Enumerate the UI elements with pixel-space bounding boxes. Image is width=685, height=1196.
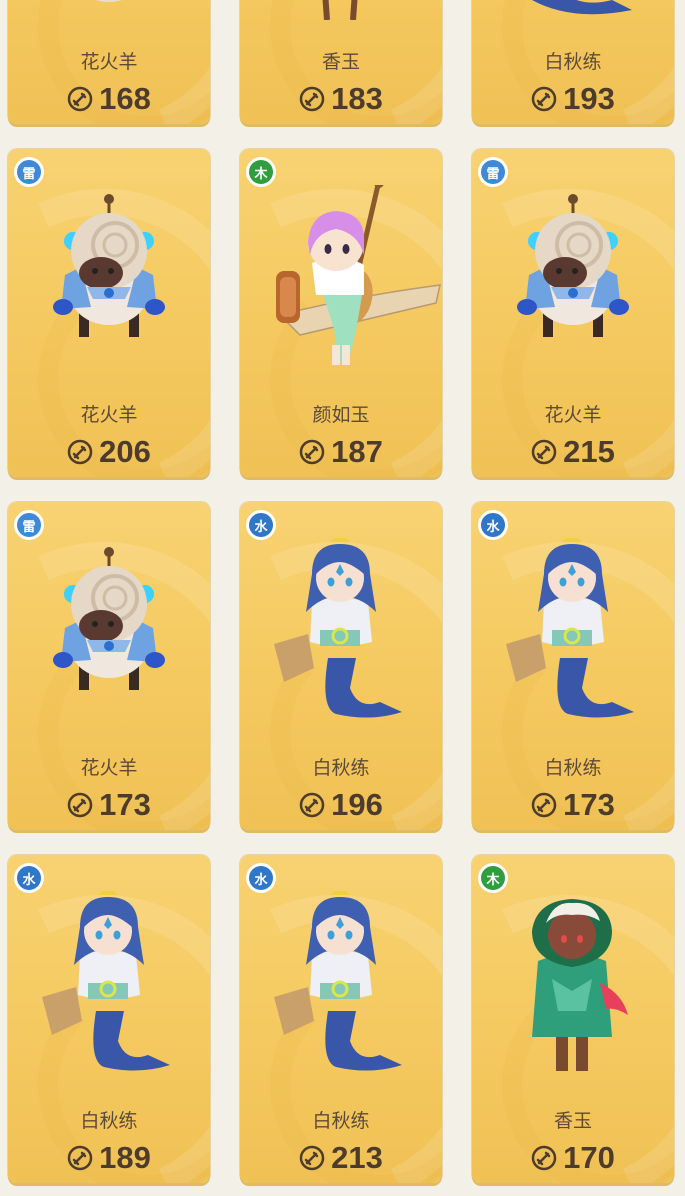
- power-icon: [531, 792, 557, 817]
- power-display: 213: [240, 1142, 442, 1173]
- wood-element-icon: 木: [246, 157, 276, 187]
- mermaid-character: [472, 0, 674, 20]
- xiangyu-character: [472, 891, 674, 1079]
- power-icon: [67, 86, 93, 111]
- card-name: 白秋练: [312, 757, 370, 779]
- sheep-character: [472, 185, 674, 373]
- card-name: 白秋练: [312, 1110, 370, 1132]
- character-card[interactable]: 木 颜如玉 187: [240, 149, 442, 477]
- mermaid-character: [240, 532, 442, 726]
- power-display: 168: [8, 83, 210, 114]
- power-display: 196: [240, 789, 442, 820]
- lute-girl-character: [240, 178, 442, 373]
- mermaid-character: [472, 532, 674, 726]
- character-card[interactable]: 花火羊 168: [8, 0, 210, 124]
- mermaid-character: [8, 885, 210, 1079]
- character-card[interactable]: 水 白秋练 213: [240, 855, 442, 1183]
- thunder-element-icon: 雷: [14, 510, 44, 540]
- power-icon: [299, 792, 325, 817]
- power-icon: [531, 1145, 557, 1170]
- power-icon: [531, 86, 557, 111]
- power-display: 215: [472, 436, 674, 467]
- water-element-icon: 水: [14, 863, 44, 893]
- character-card[interactable]: 木 香玉 170: [472, 855, 674, 1183]
- water-element-icon: 水: [246, 510, 276, 540]
- power-icon: [531, 439, 557, 464]
- power-icon: [299, 439, 325, 464]
- power-value: 193: [563, 81, 615, 116]
- power-icon: [299, 86, 325, 111]
- power-value: 187: [331, 434, 383, 469]
- power-display: 187: [240, 436, 442, 467]
- xiangyu-character: [240, 0, 442, 21]
- mermaid-character: [240, 885, 442, 1079]
- power-value: 196: [331, 787, 383, 822]
- water-element-icon: 水: [478, 510, 508, 540]
- character-card[interactable]: 雷: [8, 149, 210, 477]
- thunder-element-icon: 雷: [14, 157, 44, 187]
- power-value: 215: [563, 434, 615, 469]
- card-name: 白秋练: [80, 1110, 138, 1132]
- power-value: 170: [563, 1140, 615, 1175]
- power-icon: [67, 1145, 93, 1170]
- power-display: 173: [8, 789, 210, 820]
- power-display: 206: [8, 436, 210, 467]
- water-element-icon: 水: [246, 863, 276, 893]
- power-value: 173: [563, 787, 615, 822]
- power-icon: [67, 792, 93, 817]
- thunder-element-icon: 雷: [478, 157, 508, 187]
- sheep-character: [8, 185, 210, 373]
- card-name: 花火羊: [80, 51, 138, 73]
- wood-element-icon: 木: [478, 863, 508, 893]
- power-icon: [67, 439, 93, 464]
- power-display: 189: [8, 1142, 210, 1173]
- power-display: 173: [472, 789, 674, 820]
- power-value: 206: [99, 434, 151, 469]
- power-value: 213: [331, 1140, 383, 1175]
- character-card[interactable]: 水 白秋练 196: [240, 502, 442, 830]
- character-card[interactable]: 香玉 183: [240, 0, 442, 124]
- power-value: 183: [331, 81, 383, 116]
- card-name: 香玉: [321, 51, 360, 73]
- card-name: 花火羊: [80, 404, 138, 426]
- power-value: 189: [99, 1140, 151, 1175]
- card-name: 花火羊: [80, 757, 138, 779]
- power-icon: [299, 1145, 325, 1170]
- power-display: 170: [472, 1142, 674, 1173]
- character-card[interactable]: 水 白秋练 189: [8, 855, 210, 1183]
- card-name: 白秋练: [544, 51, 602, 73]
- sheep-character: [8, 538, 210, 726]
- character-card[interactable]: 白秋练 193: [472, 0, 674, 124]
- power-display: 183: [240, 83, 442, 114]
- card-name: 颜如玉: [312, 404, 370, 426]
- power-value: 173: [99, 787, 151, 822]
- character-card[interactable]: 雷: [8, 502, 210, 830]
- card-name: 花火羊: [544, 404, 602, 426]
- card-name: 香玉: [553, 1110, 592, 1132]
- character-card[interactable]: 雷: [472, 149, 674, 477]
- power-value: 168: [99, 81, 151, 116]
- character-card[interactable]: 水 白秋练 173: [472, 502, 674, 830]
- sheep-character: [8, 0, 210, 20]
- card-name: 白秋练: [544, 757, 602, 779]
- power-display: 193: [472, 83, 674, 114]
